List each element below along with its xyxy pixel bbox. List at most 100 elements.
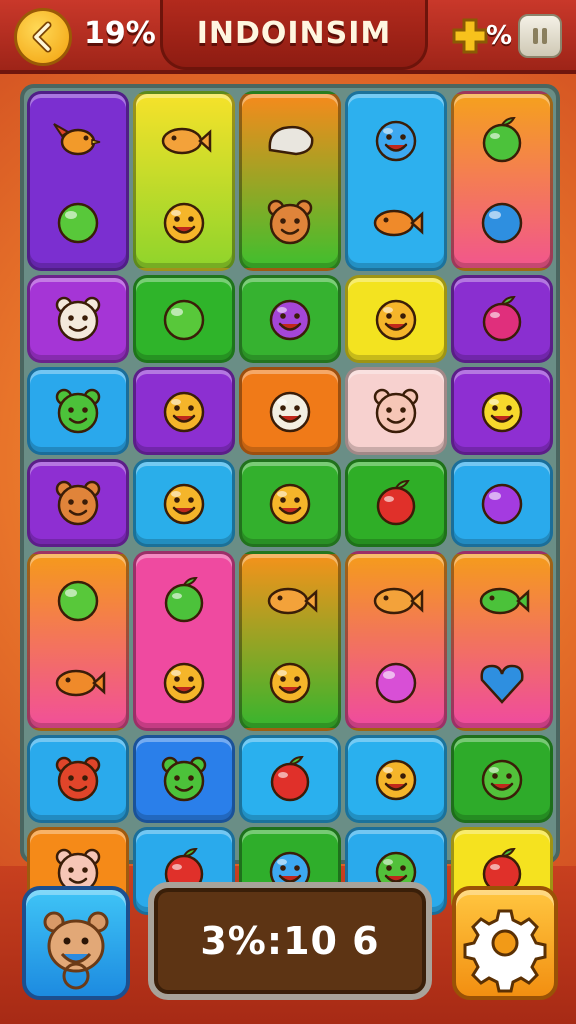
title-plate: INDOINSIM (160, 0, 428, 70)
tile-item (260, 289, 320, 353)
tile-item (472, 473, 532, 537)
game-tile[interactable] (27, 459, 129, 547)
tile-item (472, 110, 532, 174)
red-fruit-icon (376, 479, 416, 526)
frog-icon (55, 388, 101, 434)
tile-item (48, 192, 108, 256)
tile-item (472, 652, 532, 716)
tile-item (260, 652, 320, 716)
tile-item (472, 289, 532, 353)
green-ball-icon (163, 299, 205, 341)
smiley-icon (375, 299, 417, 341)
tile-item (366, 192, 426, 256)
game-board (20, 84, 560, 915)
top-bar: 19% INDOINSIM % (0, 0, 576, 74)
game-tile[interactable] (451, 275, 553, 363)
game-tile[interactable] (451, 91, 553, 271)
game-tile[interactable] (133, 91, 235, 271)
game-tile[interactable] (27, 551, 129, 731)
game-tile[interactable] (345, 367, 447, 455)
fish-icon (373, 587, 424, 614)
game-tile[interactable] (27, 275, 129, 363)
settings-button[interactable] (452, 886, 558, 1000)
orange-fish-icon (373, 210, 424, 237)
gear-icon (463, 909, 547, 993)
game-tile[interactable] (451, 367, 553, 455)
blue-smiley-icon (375, 120, 417, 161)
tile-item (154, 749, 214, 813)
score-value: 3%:10 6 (200, 919, 380, 963)
tile-item (260, 473, 320, 537)
game-tile[interactable] (451, 551, 553, 731)
game-tile[interactable] (133, 367, 235, 455)
tile-item (366, 289, 426, 353)
cat-icon (55, 296, 101, 342)
game-tile[interactable] (239, 275, 341, 363)
smiley-icon (163, 663, 205, 704)
game-tile[interactable] (133, 551, 235, 731)
tile-item (472, 570, 532, 634)
progress-percent: 19% (84, 16, 156, 51)
tile-item (48, 473, 108, 537)
green-smiley-icon (481, 759, 523, 801)
tile-item (366, 473, 426, 537)
tile-item (48, 381, 108, 445)
tile-item (366, 570, 426, 634)
pink-fruit-icon (482, 295, 522, 342)
rock-icon (268, 125, 314, 155)
game-tile[interactable] (345, 91, 447, 271)
tile-item (154, 652, 214, 716)
tile-item (48, 289, 108, 353)
monkey-icon (267, 200, 313, 245)
game-tile[interactable] (451, 459, 553, 547)
pet-button[interactable] (22, 886, 130, 1000)
pig-icon (373, 388, 419, 434)
game-tile[interactable] (239, 91, 341, 271)
game-tile[interactable] (345, 551, 447, 731)
yellow-smiley-icon (481, 391, 523, 433)
game-tile[interactable] (345, 735, 447, 823)
bonus-indicator[interactable]: % (450, 14, 514, 58)
bird-icon (53, 122, 101, 155)
purple-ball-icon (481, 483, 523, 525)
blue-heart-icon (480, 665, 524, 705)
tile-item (48, 749, 108, 813)
tile-item (260, 381, 320, 445)
smiley-icon (163, 391, 205, 433)
tile-item (472, 381, 532, 445)
orange-fish-icon (55, 670, 106, 697)
purple-smiley-icon (269, 299, 311, 341)
game-tile[interactable] (345, 275, 447, 363)
game-tile[interactable] (239, 735, 341, 823)
tile-item (366, 652, 426, 716)
game-tile[interactable] (133, 459, 235, 547)
game-tile[interactable] (133, 275, 235, 363)
game-tile[interactable] (27, 735, 129, 823)
game-tile[interactable] (345, 459, 447, 547)
pause-button[interactable] (518, 14, 562, 58)
game-tile[interactable] (27, 367, 129, 455)
chevron-left-icon (32, 21, 52, 53)
tile-item (472, 192, 532, 256)
game-tile[interactable] (239, 459, 341, 547)
game-tile[interactable] (451, 735, 553, 823)
tile-item (154, 110, 214, 174)
green-fruit-icon (164, 576, 204, 622)
back-button[interactable] (14, 8, 72, 66)
tile-item (260, 749, 320, 813)
game-tile[interactable] (133, 735, 235, 823)
game-tile[interactable] (27, 91, 129, 271)
tile-item (154, 192, 214, 256)
fish-icon (267, 587, 318, 614)
green-fish-icon (479, 587, 530, 614)
tile-item (154, 289, 214, 353)
pet-icon (43, 911, 109, 990)
game-tile[interactable] (239, 551, 341, 731)
pause-icon (533, 28, 547, 44)
red-fruit-icon (270, 755, 310, 802)
game-tile[interactable] (239, 367, 341, 455)
bonus-percent: % (486, 21, 513, 51)
tile-item (260, 192, 320, 256)
green-fruit-icon (482, 116, 522, 162)
tile-item (154, 381, 214, 445)
